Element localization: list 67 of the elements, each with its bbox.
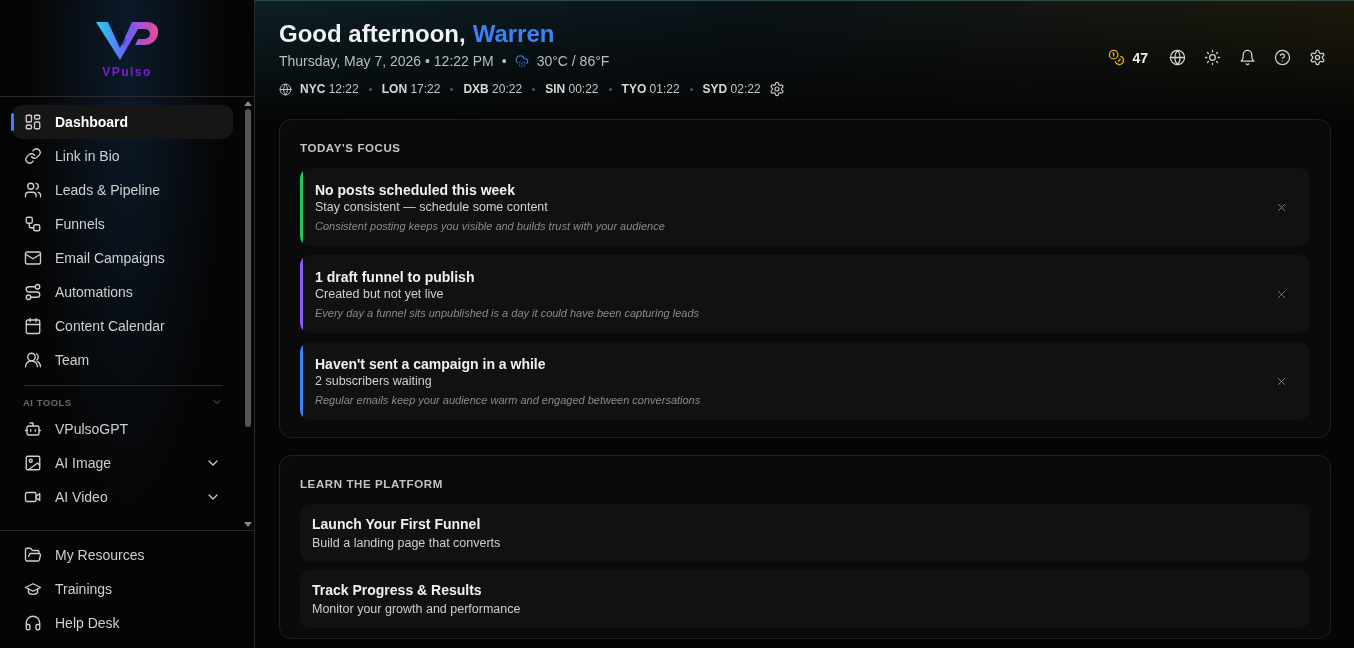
- nav-item[interactable]: My Resources: [12, 538, 244, 572]
- link-icon: [24, 147, 42, 165]
- greeting: Good afternoon,: [279, 19, 466, 49]
- focus-title: No posts scheduled this week: [315, 182, 516, 198]
- grid-icon: [24, 113, 42, 131]
- nav-item[interactable]: Help Desk: [12, 606, 244, 640]
- calendar-icon: [24, 317, 42, 335]
- headset-icon: [24, 614, 42, 632]
- graduation-cap-icon: [24, 580, 42, 598]
- users-icon: [24, 351, 42, 369]
- bell-icon[interactable]: [1239, 49, 1256, 66]
- credits-counter[interactable]: 47: [1108, 49, 1148, 66]
- focus-subtitle: Created but not yet live: [315, 287, 445, 301]
- card-title: LEARN THE PLATFORM: [300, 477, 444, 491]
- nav-item[interactable]: Trainings: [12, 572, 244, 606]
- separator: •: [501, 53, 507, 69]
- world-clock: TYO 01:22: [621, 82, 680, 96]
- nav-item[interactable]: Team: [12, 343, 233, 377]
- nav-item[interactable]: Dashboard: [12, 105, 233, 139]
- section-heading: AI TOOLS: [23, 396, 72, 408]
- nav-item[interactable]: AI Image: [12, 446, 233, 480]
- nav-item[interactable]: Leads & Pipeline: [12, 173, 233, 207]
- focus-note: Regular emails keep your audience warm and engaged between conversations: [315, 394, 702, 406]
- world-clock: SYD 02:22: [702, 82, 761, 96]
- mail-icon: [24, 249, 42, 267]
- nav-item[interactable]: Email Campaigns: [12, 241, 233, 275]
- focus-note: Every day a funnel sits unpublished is a day it could have been capturing leads: [315, 307, 701, 319]
- route-icon: [24, 283, 42, 301]
- weather-reading: 30°C / 86°F: [536, 53, 610, 69]
- world-clock: NYC 12:22: [300, 82, 359, 96]
- image-icon: [24, 454, 42, 472]
- world-clock: LON 17:22: [381, 82, 441, 96]
- date-time: Thursday, May 7, 2026 • 12:22 PM: [279, 53, 494, 69]
- brand-name: VPulso: [102, 66, 152, 78]
- globe-icon: [279, 82, 292, 96]
- focus-title: 1 draft funnel to publish: [315, 269, 476, 285]
- world-clock: DXB 20:22: [463, 82, 523, 96]
- nav-item[interactable]: Link in Bio: [12, 139, 233, 173]
- nav-item[interactable]: Automations: [12, 275, 233, 309]
- users-icon: [24, 181, 42, 199]
- coins-icon: [1108, 49, 1126, 66]
- sun-icon[interactable]: [1204, 49, 1221, 66]
- globe-icon[interactable]: [1169, 49, 1186, 66]
- focus-subtitle: Stay consistent — schedule some content: [315, 200, 549, 214]
- nav-item[interactable]: Funnels: [12, 207, 233, 241]
- help-icon[interactable]: [1274, 49, 1291, 66]
- lesson-title: Launch Your First Funnel: [312, 516, 482, 532]
- rain-cloud-icon: [514, 54, 529, 68]
- folder-icon: [24, 546, 42, 564]
- focus-subtitle: 2 subscribers waiting: [315, 374, 433, 388]
- settings-icon[interactable]: [768, 81, 785, 97]
- nav-item[interactable]: AI Video: [12, 480, 233, 514]
- focus-note: Consistent posting keeps you visible and builds trust with your audience: [315, 220, 666, 232]
- settings-icon[interactable]: [1309, 49, 1326, 66]
- user-name: Warren: [472, 19, 555, 49]
- flow-icon: [24, 215, 42, 233]
- lesson-subtitle: Monitor your growth and performance: [312, 602, 522, 616]
- focus-title: Haven't sent a campaign in a while: [315, 356, 547, 372]
- lesson-item[interactable]: Track Progress & Results Monitor your growth and performance: [300, 570, 1310, 628]
- lesson-subtitle: Build a landing page that converts: [312, 536, 502, 550]
- world-clock: SIN 00:22: [545, 82, 599, 96]
- lesson-item[interactable]: Launch Your First Funnel Build a landing page that converts: [300, 504, 1310, 562]
- bot-icon: [24, 420, 42, 438]
- card-title: TODAY'S FOCUS: [300, 141, 402, 155]
- nav-item[interactable]: VPulsoGPT: [12, 412, 233, 446]
- lesson-title: Track Progress & Results: [312, 582, 483, 598]
- nav-item[interactable]: Content Calendar: [12, 309, 233, 343]
